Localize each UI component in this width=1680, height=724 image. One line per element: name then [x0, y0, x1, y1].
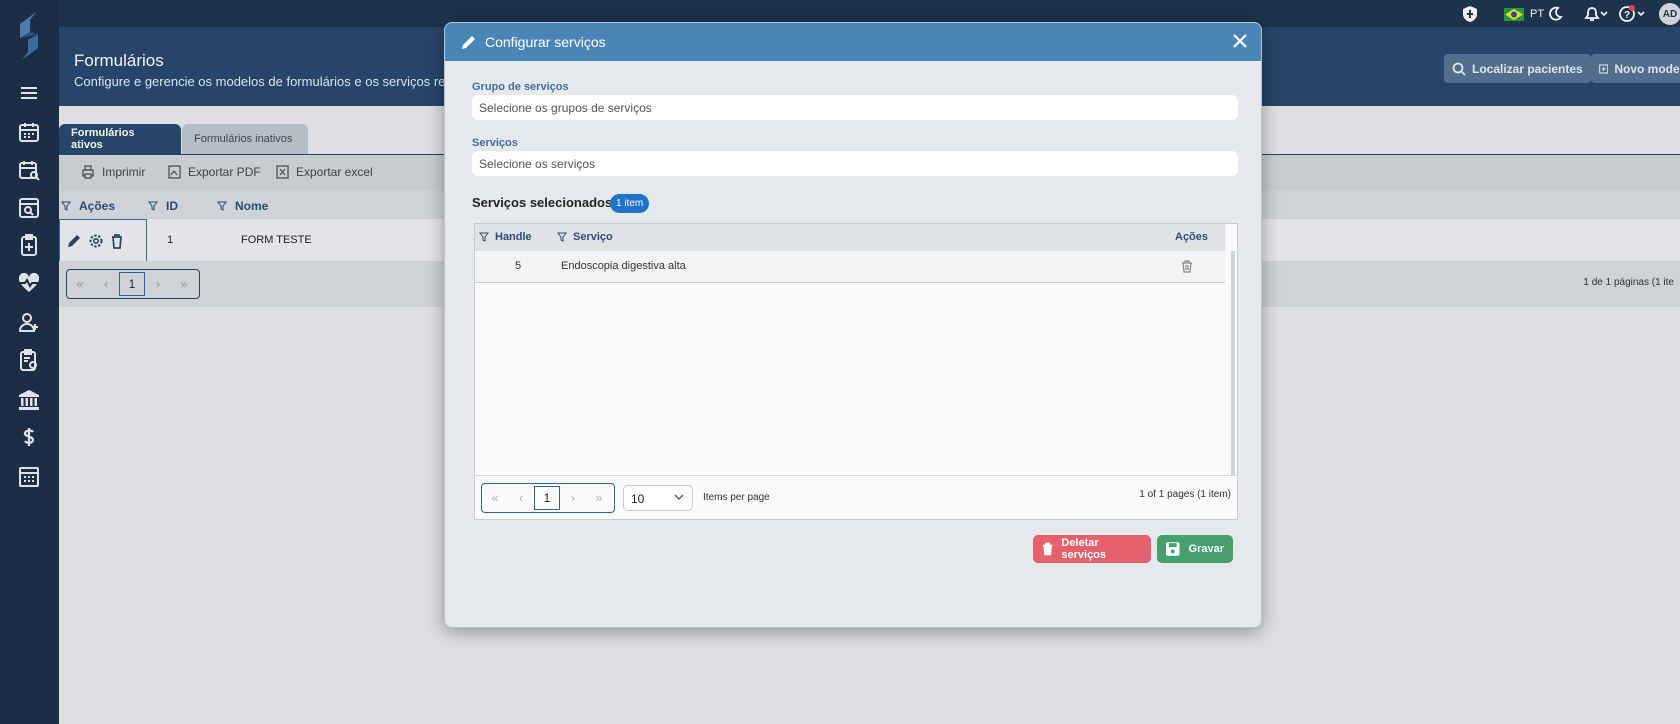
filter-icon[interactable]: [479, 232, 489, 242]
selected-count-badge: 1 item: [610, 194, 650, 213]
items-per-page-label: Items per page: [703, 492, 770, 503]
pager: « ‹ 1 › »: [481, 483, 615, 513]
delete-services-button[interactable]: Deletar serviços: [1033, 535, 1151, 563]
delete-services-label: Deletar serviços: [1061, 537, 1107, 561]
service-group-input[interactable]: Selecione os grupos de serviços: [472, 95, 1238, 120]
first-page-button[interactable]: «: [482, 486, 508, 510]
dialog-title: Configurar serviços: [485, 34, 606, 50]
trash-icon[interactable]: [1181, 260, 1193, 273]
save-label: Gravar: [1188, 543, 1224, 555]
row-service: Endoscopia digestiva alta: [561, 260, 686, 272]
scrollbar[interactable]: [1231, 251, 1235, 475]
selected-services-title: Serviços selecionados: [472, 195, 613, 210]
page-size-select[interactable]: 10: [623, 485, 693, 511]
dialog-header: Configurar serviços: [445, 23, 1261, 61]
pager-info: 1 of 1 pages (1 item): [1139, 489, 1231, 500]
prev-page-button[interactable]: ‹: [508, 486, 534, 510]
selected-grid-footer: « ‹ 1 › » 10 Items per page 1 of 1 pages…: [475, 475, 1237, 519]
save-button[interactable]: Gravar: [1157, 535, 1233, 563]
column-handle[interactable]: Handle: [479, 231, 532, 243]
selected-services-grid: Handle Serviço Ações 5 Endoscopia digest…: [474, 223, 1238, 520]
services-input[interactable]: Selecione os serviços: [472, 151, 1238, 176]
filter-icon[interactable]: [557, 232, 567, 242]
services-label: Serviços: [472, 137, 518, 149]
service-group-label: Grupo de serviços: [472, 81, 569, 93]
column-service[interactable]: Serviço: [557, 231, 613, 243]
next-page-button[interactable]: ›: [560, 486, 586, 510]
row-handle: 5: [515, 260, 522, 272]
floppy-disk-icon: [1165, 542, 1180, 556]
column-service-label: Serviço: [573, 231, 613, 243]
selected-grid-header: Handle Serviço Ações: [475, 224, 1225, 251]
current-page[interactable]: 1: [534, 486, 560, 510]
column-handle-label: Handle: [495, 231, 532, 243]
last-page-button[interactable]: »: [586, 486, 612, 510]
pencil-icon: [462, 36, 475, 49]
page-size-value: 10: [631, 492, 645, 506]
trash-icon: [1042, 542, 1053, 556]
column-actions: Ações: [1175, 231, 1209, 243]
close-icon[interactable]: [1231, 32, 1249, 50]
table-row[interactable]: 5 Endoscopia digestiva alta: [475, 251, 1225, 283]
configure-services-dialog: Configurar serviços Grupo de serviços Se…: [444, 22, 1262, 628]
chevron-down-icon: [674, 494, 684, 500]
